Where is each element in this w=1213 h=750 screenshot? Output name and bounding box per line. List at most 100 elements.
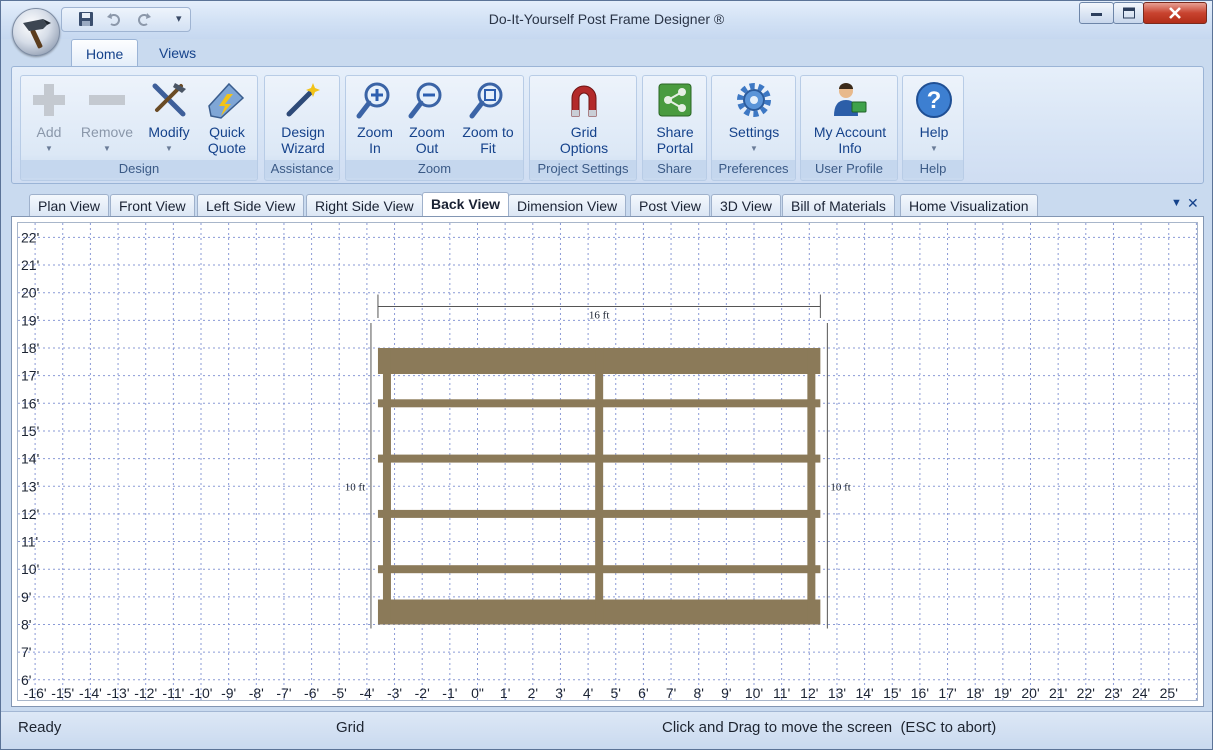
zoom-in-button[interactable]: Zoom In	[350, 80, 400, 156]
magic-wand-icon	[286, 83, 320, 117]
add-button[interactable]: Add ▼	[25, 80, 73, 157]
quick-quote-label-2: Quote	[207, 140, 247, 156]
x-axis-label: -12'	[134, 685, 157, 701]
grid-options-button[interactable]: Grid Options	[554, 80, 614, 156]
hammer-wrench-icon	[152, 83, 186, 117]
app-window: ▾ Do-It-Yourself Post Frame Designer ® H…	[0, 0, 1213, 750]
zoom-out-button[interactable]: Zoom Out	[402, 80, 452, 156]
quick-quote-button[interactable]: Quick Quote	[201, 80, 253, 156]
remove-label: Remove	[80, 124, 134, 140]
tab-views[interactable]: Views	[145, 39, 210, 67]
group-zoom: Zoom In Zoom Out Zoom to Fit Zoom	[345, 75, 524, 181]
x-axis-label: 13'	[828, 685, 846, 701]
gear-icon	[737, 83, 771, 117]
design-wizard-button[interactable]: Design Wizard	[273, 80, 333, 156]
group-assistance: Design Wizard Assistance	[264, 75, 340, 181]
x-axis-label: 22'	[1077, 685, 1095, 701]
x-axis-label: -6'	[304, 685, 319, 701]
y-axis-label: 8'	[21, 617, 31, 633]
x-axis-label: 19'	[994, 685, 1012, 701]
tab-plan-view[interactable]: Plan View	[29, 194, 110, 216]
group-user-profile-label: User Profile	[801, 160, 897, 178]
window-title: Do-It-Yourself Post Frame Designer ®	[488, 11, 725, 27]
settings-button[interactable]: Settings ▼	[720, 80, 788, 157]
share-icon	[658, 83, 692, 117]
drawing-canvas[interactable]: 22' 21' 20' 19' 18' 17' 16' 15' 14' 13' 12' 11' 10' 9…	[17, 222, 1198, 701]
y-axis-label: 22'	[21, 229, 39, 245]
right-height-dimension-label: 10 ft	[830, 481, 850, 493]
tab-right-side-view[interactable]: Right Side View	[306, 194, 423, 216]
view-tabs: Plan View Front View Left Side View Righ…	[11, 191, 1204, 216]
share-portal-button[interactable]: Share Portal	[649, 80, 701, 156]
share-portal-label-1: Share	[656, 124, 694, 140]
tab-dimension-view[interactable]: Dimension View	[508, 194, 627, 216]
zoom-out-icon	[408, 82, 442, 119]
tab-left-side-view[interactable]: Left Side View	[197, 194, 305, 216]
back-view-drawing[interactable]: 22' 21' 20' 19' 18' 17' 16' 15' 14' 13' 12' 11' 10' 9…	[18, 223, 1198, 701]
minimize-button[interactable]	[1079, 2, 1114, 24]
zoom-out-label-1: Zoom	[409, 124, 445, 140]
x-axis-label: 20'	[1021, 685, 1039, 701]
modify-label: Modify	[148, 124, 190, 140]
width-dimension-label: 16 ft	[589, 310, 609, 322]
user-account-icon	[834, 83, 867, 116]
x-axis-label: 24'	[1132, 685, 1150, 701]
x-axis-label: 17'	[938, 685, 956, 701]
quick-quote-label-1: Quick	[209, 124, 245, 140]
zoom-out-label-2: Out	[415, 140, 439, 156]
x-axis-label: 23'	[1104, 685, 1122, 701]
x-axis-label: 16'	[911, 685, 929, 701]
close-button[interactable]	[1143, 2, 1207, 24]
quick-quote-icon	[208, 82, 245, 119]
y-axis-label: 10'	[21, 561, 39, 577]
tab-back-view[interactable]: Back View	[422, 192, 510, 216]
x-axis-label: 7'	[666, 685, 676, 701]
my-account-label-2: Info	[838, 140, 862, 156]
remove-icon	[89, 95, 125, 105]
modify-button[interactable]: Modify ▼	[143, 80, 195, 157]
status-bar: Ready Grid Click and Drag to move the sc…	[1, 711, 1212, 749]
group-help-label: Help	[903, 160, 963, 178]
tab-post-view[interactable]: Post View	[630, 194, 710, 216]
design-wizard-label-2: Wizard	[281, 140, 325, 156]
close-tab-icon[interactable]: ✕	[1187, 195, 1199, 212]
group-share-label: Share	[643, 160, 706, 178]
zoom-in-label-2: In	[369, 140, 381, 156]
my-account-info-button[interactable]: My Account Info	[807, 80, 893, 156]
x-axis-label: 14'	[855, 685, 873, 701]
x-axis-label: 8'	[693, 685, 703, 701]
tab-bill-of-materials[interactable]: Bill of Materials	[782, 194, 895, 216]
title-bar: ▾ Do-It-Yourself Post Frame Designer ®	[1, 1, 1212, 39]
x-axis-label: -15'	[51, 685, 74, 701]
tab-list-dropdown-icon[interactable]: ▼	[1171, 197, 1182, 209]
x-axis-label: 21'	[1049, 685, 1067, 701]
x-axis-label: -7'	[276, 685, 291, 701]
tab-3d-view[interactable]: 3D View	[711, 194, 781, 216]
x-axis-label: -1'	[442, 685, 457, 701]
help-button[interactable]: ? Help ▼	[909, 80, 959, 157]
tab-home-visualization[interactable]: Home Visualization	[900, 194, 1038, 216]
zoom-in-icon	[356, 82, 390, 119]
zoom-to-fit-label-2: Fit	[480, 140, 496, 156]
x-axis-label: -3'	[387, 685, 402, 701]
x-axis-label: 11'	[773, 685, 790, 701]
x-axis-label: 2'	[528, 685, 538, 701]
share-portal-label-2: Portal	[656, 140, 694, 156]
add-icon	[33, 84, 65, 116]
help-label: Help	[919, 124, 949, 140]
y-axis-label: 18'	[21, 340, 39, 356]
zoom-to-fit-button[interactable]: Zoom to Fit	[456, 80, 520, 156]
remove-button[interactable]: Remove ▼	[79, 80, 135, 157]
application-menu-button[interactable]	[12, 8, 60, 56]
tab-home[interactable]: Home	[71, 39, 139, 67]
help-icon: ?	[916, 82, 952, 118]
drawing-area[interactable]: 22' 21' 20' 19' 18' 17' 16' 15' 14' 13' 12' 11' 10' 9…	[11, 216, 1204, 707]
x-axis-label: 0"	[471, 685, 484, 701]
maximize-button[interactable]	[1113, 2, 1144, 24]
x-axis-label: -16'	[24, 685, 47, 701]
magnet-icon	[571, 85, 597, 117]
x-axis-label: 6'	[638, 685, 648, 701]
tab-front-view[interactable]: Front View	[110, 194, 195, 216]
y-axis-label: 13'	[21, 478, 39, 494]
x-axis-label: 15'	[883, 685, 901, 701]
